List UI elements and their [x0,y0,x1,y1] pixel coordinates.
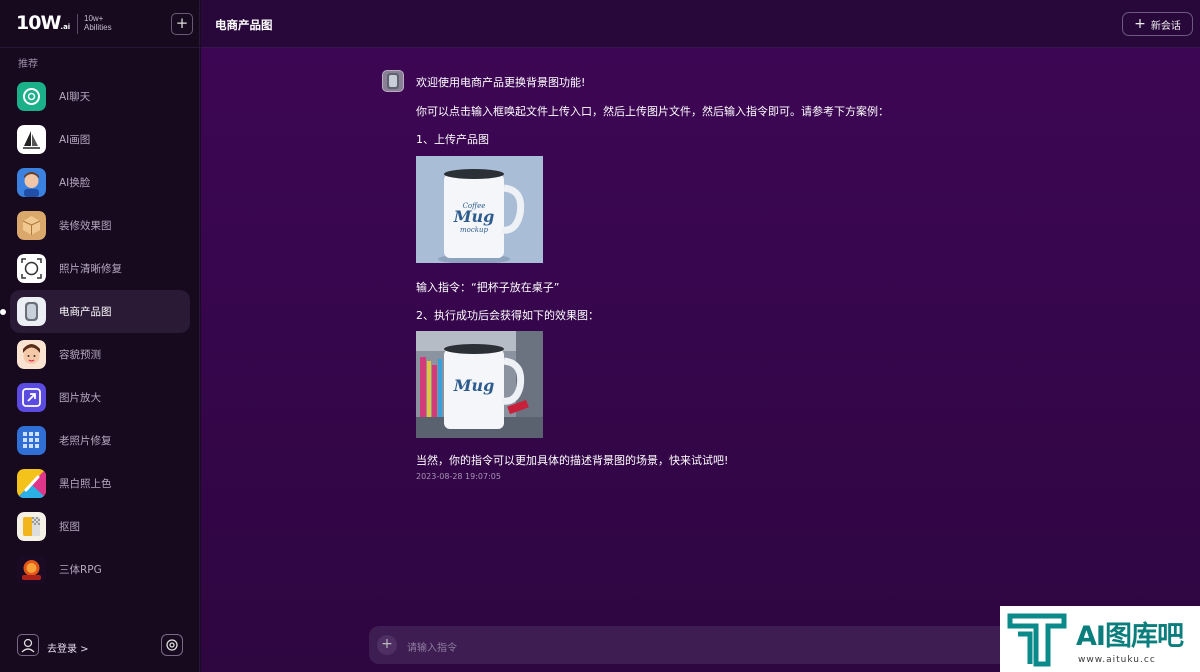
new-chat-label: 新会话 [1150,20,1181,32]
sidebar-item-label: 容貌预测 [59,349,101,361]
watermark-logo-icon [1007,613,1067,667]
sidebar-item-label: 装修效果图 [59,220,112,232]
box-icon [17,211,46,240]
bot-avatar [382,70,404,92]
game-planet-icon [17,555,46,584]
sidebar-item-label: 图片放大 [59,392,101,404]
sidebar-footer: 去登录 > [0,628,200,664]
message-closing: 当然，你的指令可以更加具体的描述背景图的场景，快来试试吧! [416,454,729,467]
section-label: 推荐 [18,59,38,70]
message-welcome: 欢迎使用电商产品更换背景图功能! [416,76,586,89]
sidebar-item-label: 黑白照上色 [59,478,112,490]
main-panel: 电商产品图 + 新会话 欢迎使用电商产品更换背景图功能! 你可以点击输入框唤起文… [201,0,1200,672]
sidebar-item-old-photo[interactable]: 老照片修复 [10,419,190,462]
paint-brush-icon [17,469,46,498]
brand-header: 10W.ai 10w+ Abilities + [0,0,200,48]
focus-target-icon [17,254,46,283]
sidebar-item-label: 老照片修复 [59,435,112,447]
user-icon[interactable] [17,634,39,656]
sidebar-item-label: AI聊天 [59,91,91,103]
sidebar-item-label: 照片清晰修复 [59,263,122,275]
sidebar-item-label: AI换脸 [59,177,91,189]
message-step1: 1、上传产品图 [416,133,489,146]
page-title: 电商产品图 [215,18,273,32]
sidebar-item-label: AI画图 [59,134,91,146]
sidebar-item-cutout[interactable]: 抠图 [10,505,190,548]
example-result-image[interactable]: Mug [416,331,543,438]
mug-text-bottom: mockup [460,226,489,234]
active-indicator [0,309,6,315]
expand-icon [17,383,46,412]
add-icon[interactable]: + [171,13,193,35]
grid-photo-icon [17,426,46,455]
upload-plus-icon[interactable]: + [377,635,397,655]
message-timestamp: 2023-08-28 19:07:05 [416,472,501,481]
login-link[interactable]: 去登录 > [47,640,89,655]
sailboat-icon [17,125,46,154]
sidebar-item-ai-chat[interactable]: AI聊天 [10,75,190,118]
message-instructions: 你可以点击输入框唤起文件上传入口，然后上传图片文件，然后输入指令即可。请参考下方… [416,105,889,118]
plus-icon: + [1134,16,1146,32]
sidebar-item-colorize[interactable]: 黑白照上色 [10,462,190,505]
chatgpt-icon [17,82,46,111]
brand-divider [77,14,78,34]
mug-text-main: Mug [453,207,495,226]
face-avatar-icon [17,168,46,197]
chat-input-placeholder[interactable]: 请输入指令 [407,639,457,654]
message-step2: 2、执行成功后会获得如下的效果图： [416,309,599,322]
product-cup-icon [17,297,46,326]
sidebar-item-three-body-rpg[interactable]: 三体RPG [10,548,190,591]
sidebar-item-decoration[interactable]: 装修效果图 [10,204,190,247]
gear-icon[interactable] [161,634,183,656]
sidebar-item-face-predict[interactable]: 容貌预测 [10,333,190,376]
example-product-image[interactable]: Coffee Mug mockup [416,156,543,263]
new-chat-button[interactable]: + 新会话 [1122,12,1193,36]
sidebar: 10W.ai 10w+ Abilities + 推荐 AI聊天 AI画图 AI换… [0,0,200,672]
watermark-text: AI图库吧 [1076,621,1184,652]
sidebar-item-label: 抠图 [59,521,80,533]
sidebar-item-label: 三体RPG [59,564,102,576]
sidebar-item-ecommerce[interactable]: 电商产品图 [10,290,190,333]
message-instruction-example: 输入指令：“把杯子放在桌子” [416,281,560,294]
sidebar-item-label: 电商产品图 [59,306,112,318]
cutout-icon [17,512,46,541]
watermark: AI图库吧 www.aituku.cc [1000,606,1200,672]
chat-input-bar[interactable]: + 请输入指令 [369,626,1009,664]
top-bar: 电商产品图 + 新会话 [201,0,1200,48]
sidebar-item-photo-restore[interactable]: 照片清晰修复 [10,247,190,290]
person-face-icon [17,340,46,369]
sidebar-item-ai-draw[interactable]: AI画图 [10,118,190,161]
sidebar-item-ai-faceswap[interactable]: AI换脸 [10,161,190,204]
sidebar-item-image-upscale[interactable]: 图片放大 [10,376,190,419]
watermark-url: www.aituku.cc [1078,655,1156,665]
brand-logo[interactable]: 10W.ai [16,12,70,34]
brand-tagline: 10w+ Abilities [84,14,112,32]
mug-text-main-result: Mug [453,376,495,395]
sidebar-nav: AI聊天 AI画图 AI换脸 装修效果图 照片清晰修复 电商产品图 容貌预测 图… [0,75,200,591]
